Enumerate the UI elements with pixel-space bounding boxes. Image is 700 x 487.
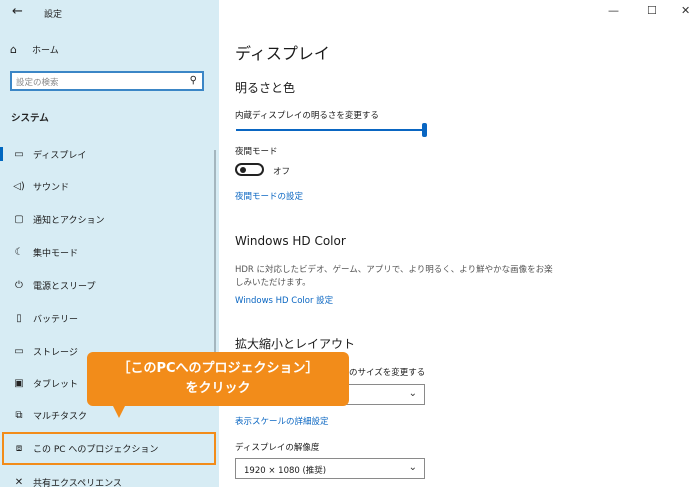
resolution-label: ディスプレイの解像度 (235, 443, 320, 453)
sidebar-item-focus[interactable]: ☾ 集中モード (0, 237, 219, 267)
night-mode-label: 夜間モード (235, 147, 278, 157)
multitask-icon: ⧉ (15, 409, 23, 421)
search-icon[interactable]: ⚲ (190, 75, 197, 86)
tablet-icon: ▣ (14, 377, 24, 389)
back-arrow-icon[interactable]: ← (12, 4, 23, 19)
sidebar-item-label: ディスプレイ (33, 150, 87, 161)
sidebar-item-projection[interactable]: ⧈ この PC へのプロジェクション (2, 432, 216, 465)
scale-heading: 拡大縮小とレイアウト (235, 337, 356, 351)
sidebar-item-display[interactable]: ▭ ディスプレイ (0, 139, 219, 169)
callout-line-1: ［このPCへのプロジェクション］ (117, 361, 319, 376)
brightness-slider-thumb[interactable] (422, 123, 427, 137)
callout-line-2: をクリック (185, 381, 251, 396)
sidebar-item-label: ストレージ (33, 347, 78, 358)
sidebar-item-shared[interactable]: ✕ 共有エクスペリエンス (0, 467, 219, 487)
toggle-knob (240, 167, 246, 173)
notification-icon: ▢ (14, 213, 24, 225)
brightness-heading: 明るさと色 (235, 81, 296, 95)
section-title: システム (11, 113, 49, 124)
page-title: ディスプレイ (235, 44, 330, 63)
sidebar-item-label: 電源とスリープ (33, 281, 96, 292)
monitor-icon: ▭ (14, 148, 24, 160)
hdr-description: HDR に対応したビデオ、ゲーム、アプリで、より明るく、より鮮やかな画像をお楽し… (235, 265, 553, 288)
sidebar-scrollbar[interactable] (214, 150, 216, 370)
power-icon: ⏻ (15, 279, 23, 291)
scale-label: のサイズを変更する (349, 368, 426, 378)
night-mode-state: オフ (273, 167, 291, 177)
storage-icon: ▭ (14, 345, 24, 357)
hdr-settings-link[interactable]: Windows HD Color 設定 (235, 294, 333, 306)
sidebar-item-power[interactable]: ⏻ 電源とスリープ (0, 270, 219, 300)
maximize-icon[interactable]: ☐ (647, 4, 657, 17)
window-title: 設定 (44, 10, 63, 20)
home-link[interactable]: ⌂ ホーム (10, 43, 59, 56)
moon-icon: ☾ (14, 246, 24, 258)
home-icon: ⌂ (10, 43, 17, 56)
sidebar-item-label: タブレット (33, 379, 79, 390)
resolution-value: 1920 × 1080 (推奨) (244, 466, 327, 476)
callout-pointer (112, 404, 126, 418)
sidebar: ← 設定 ⌂ ホーム 設定の検索 ⚲ システム ▭ ディスプレイ ◁) サウンド… (0, 0, 219, 487)
share-icon: ✕ (14, 476, 24, 487)
search-placeholder: 設定の検索 (16, 78, 59, 88)
main-pane: — ☐ ✕ ディスプレイ 明るさと色 内蔵ディスプレイの明るさを変更する 夜間モ… (219, 0, 700, 487)
sidebar-item-label: 共有エクスペリエンス (33, 478, 122, 487)
sidebar-item-label: サウンド (33, 182, 70, 193)
projection-icon: ⧈ (15, 443, 23, 454)
sidebar-item-sound[interactable]: ◁) サウンド (0, 171, 219, 201)
battery-icon: ▯ (16, 312, 22, 324)
brightness-label: 内蔵ディスプレイの明るさを変更する (235, 111, 379, 121)
sidebar-item-battery[interactable]: ▯ バッテリー (0, 303, 219, 333)
night-mode-settings-link[interactable]: 夜間モードの設定 (235, 190, 303, 202)
resolution-select[interactable]: 1920 × 1080 (推奨) ⌄ (235, 458, 425, 479)
sidebar-item-label: バッテリー (33, 314, 79, 325)
close-icon[interactable]: ✕ (681, 4, 690, 17)
sidebar-item-label: 集中モード (33, 248, 79, 259)
advanced-scaling-link[interactable]: 表示スケールの詳細設定 (235, 415, 329, 427)
sidebar-item-label: この PC へのプロジェクション (33, 445, 159, 455)
instruction-callout: ［このPCへのプロジェクション］ をクリック (87, 352, 349, 406)
sidebar-item-label: マルチタスク (33, 411, 88, 422)
brightness-slider-track[interactable] (236, 129, 424, 131)
sidebar-item-notifications[interactable]: ▢ 通知とアクション (0, 204, 219, 234)
minimize-icon[interactable]: — (608, 4, 619, 17)
night-mode-toggle[interactable] (235, 163, 264, 176)
home-label: ホーム (32, 46, 59, 56)
search-input[interactable]: 設定の検索 ⚲ (10, 71, 204, 91)
chevron-down-icon: ⌄ (408, 462, 417, 473)
hdr-heading: Windows HD Color (235, 234, 346, 248)
speaker-icon: ◁) (13, 180, 25, 192)
chevron-down-icon: ⌄ (408, 388, 417, 399)
sidebar-item-label: 通知とアクション (33, 215, 105, 226)
